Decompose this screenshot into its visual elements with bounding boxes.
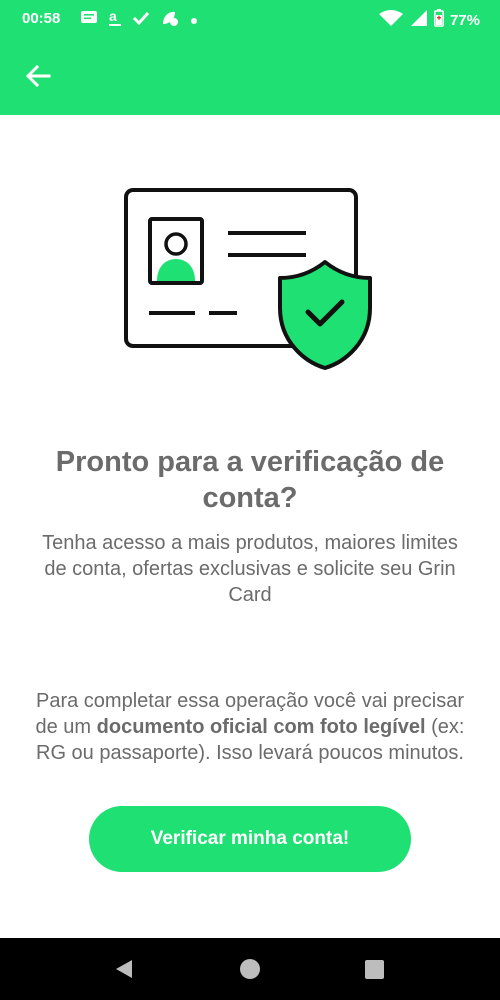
nav-back-icon[interactable]: [114, 959, 134, 979]
id-card-verification-illustration: [120, 182, 382, 378]
leaf-icon: [160, 9, 180, 32]
battery-icon: [433, 9, 444, 31]
verify-account-button[interactable]: Verificar minha conta!: [89, 806, 411, 872]
check-icon: [132, 10, 150, 31]
system-icons: 77%: [378, 9, 480, 31]
back-button[interactable]: [22, 60, 54, 92]
nav-home-icon[interactable]: [240, 959, 260, 979]
page-subtitle: Tenha acesso a mais produtos, maiores li…: [42, 532, 458, 606]
app-header: 00:58 a 77%: [0, 0, 500, 115]
info-text-bold: documento oficial com foto legível: [96, 716, 426, 738]
svg-text:a: a: [109, 9, 117, 24]
amazon-icon: a: [108, 8, 122, 32]
dot-icon: [190, 12, 198, 30]
status-time: 00:58: [22, 10, 61, 27]
wifi-icon: [378, 9, 404, 31]
status-bar: 00:58 a 77%: [0, 0, 500, 38]
notification-icons: a: [80, 8, 198, 32]
arrow-left-icon: [25, 65, 51, 87]
message-icon: [80, 10, 98, 31]
signal-icon: [410, 9, 428, 31]
nav-recents-icon[interactable]: [365, 960, 384, 979]
android-nav-bar: [0, 938, 500, 1000]
page-title: Pronto para a verificação de conta?: [55, 446, 445, 514]
document-info-text: Para completar essa operação você vai pr…: [30, 688, 470, 766]
battery-percentage: 77%: [449, 11, 480, 29]
